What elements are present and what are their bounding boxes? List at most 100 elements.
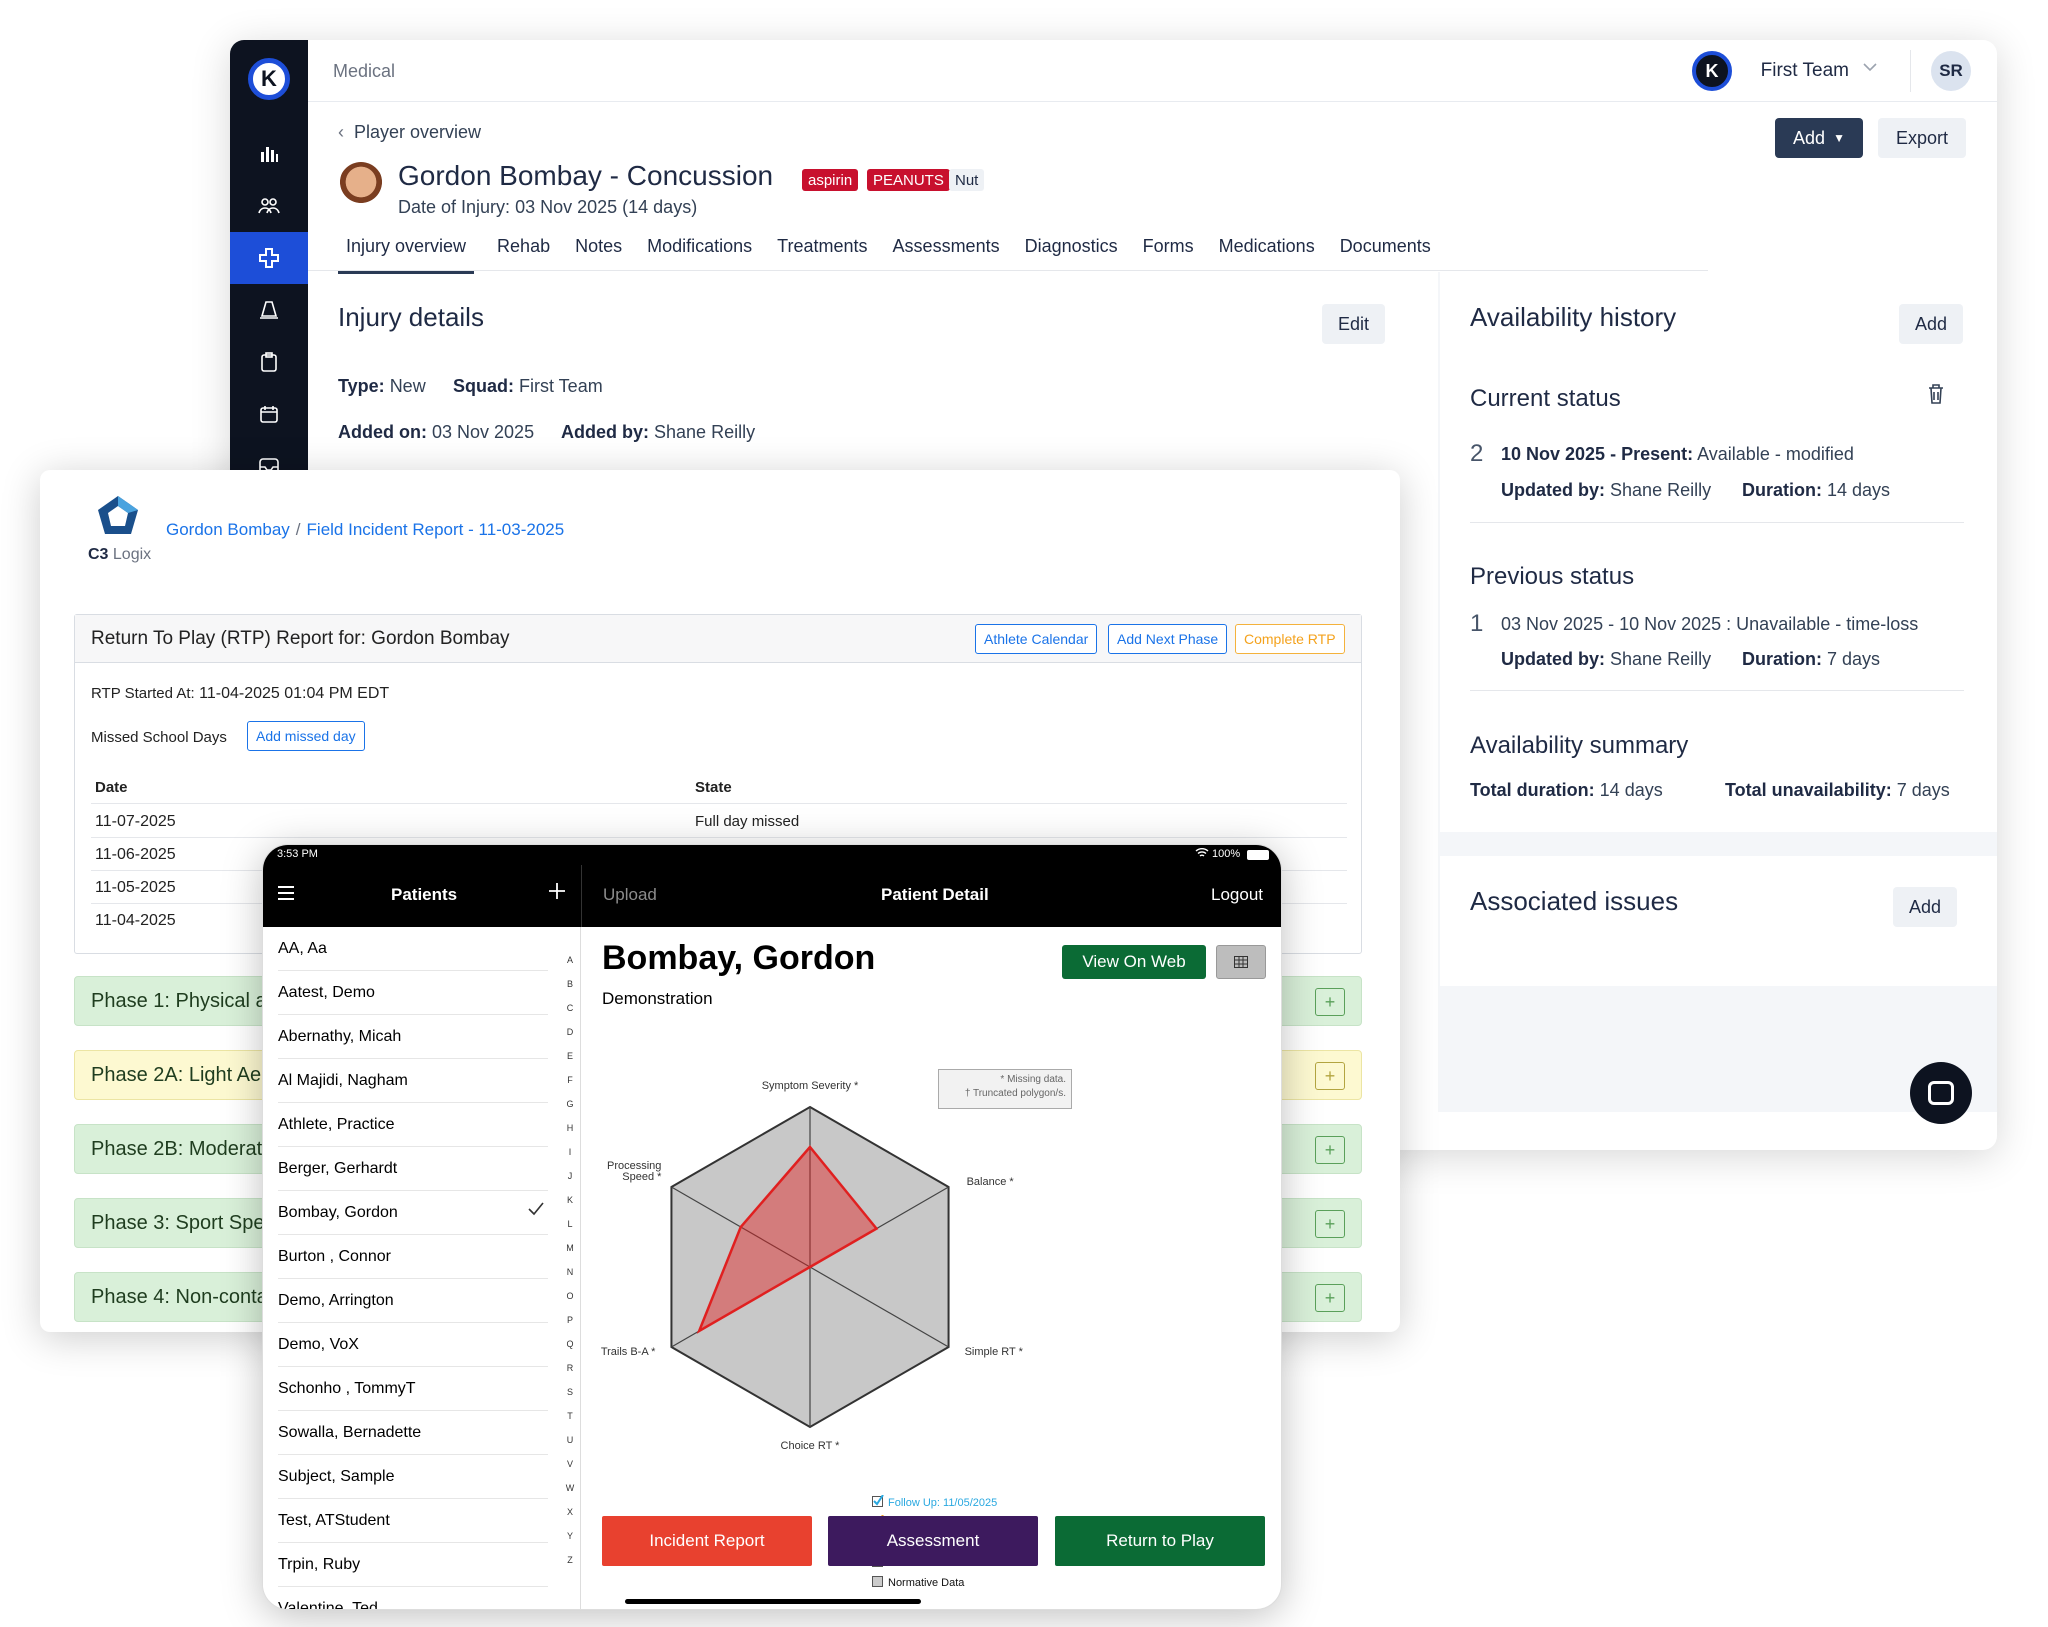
phase-plus-button[interactable]: + <box>1315 1284 1345 1312</box>
complete-rtp-button[interactable]: Complete RTP <box>1235 624 1345 654</box>
index-letter[interactable]: C <box>563 1003 577 1013</box>
patient-list-item[interactable]: Subject, Sample <box>278 1455 548 1499</box>
tab-modifications[interactable]: Modifications <box>645 232 754 274</box>
back-link[interactable]: ‹ Player overview <box>338 122 481 143</box>
upload-button[interactable]: Upload <box>603 885 657 905</box>
view-on-web-button[interactable]: View On Web <box>1062 945 1206 979</box>
chevron-left-icon: ‹ <box>338 122 344 142</box>
patient-list-item-selected[interactable]: Bombay, Gordon <box>278 1191 548 1235</box>
patient-list-item[interactable]: Demo, Arrington <box>278 1279 548 1323</box>
add-button[interactable]: Add ▼ <box>1775 118 1863 158</box>
add-next-phase-button[interactable]: Add Next Phase <box>1108 624 1228 654</box>
chevron-down-icon[interactable] <box>1861 58 1879 81</box>
patient-list-item[interactable]: Sowalla, Bernadette <box>278 1411 548 1455</box>
user-avatar[interactable]: SR <box>1931 51 1971 91</box>
index-letter[interactable]: A <box>563 955 577 965</box>
index-letter[interactable]: Y <box>563 1531 577 1541</box>
tab-treatments[interactable]: Treatments <box>775 232 869 274</box>
hamburger-icon[interactable] <box>277 885 295 906</box>
export-button[interactable]: Export <box>1878 118 1966 158</box>
team-selector[interactable]: First Team <box>1761 60 1849 82</box>
index-letter[interactable]: N <box>563 1267 577 1277</box>
patient-list-item[interactable]: Valentine, Ted <box>278 1587 548 1610</box>
edit-button[interactable]: Edit <box>1322 304 1386 344</box>
patient-list-item[interactable]: Abernathy, Micah <box>278 1015 548 1059</box>
index-letter[interactable]: X <box>563 1507 577 1517</box>
clipboard-icon[interactable] <box>230 336 308 388</box>
breadcrumb-report-link[interactable]: Field Incident Report - 11-03-2025 <box>307 520 565 539</box>
axis-label: Symptom Severity * <box>762 1080 859 1092</box>
index-letter[interactable]: W <box>563 1483 577 1493</box>
add-issue-button[interactable]: Add <box>1893 887 1958 927</box>
index-letter[interactable]: O <box>563 1291 577 1301</box>
add-availability-button[interactable]: Add <box>1899 304 1964 344</box>
analytics-icon[interactable] <box>230 128 308 180</box>
tab-forms[interactable]: Forms <box>1141 232 1196 274</box>
index-letter[interactable]: B <box>563 979 577 989</box>
index-letter[interactable]: J <box>563 1171 577 1181</box>
breadcrumb-player-link[interactable]: Gordon Bombay <box>166 520 290 539</box>
incident-report-button[interactable]: Incident Report <box>602 1516 812 1566</box>
athlete-calendar-button[interactable]: Athlete Calendar <box>975 624 1098 654</box>
patient-list-item[interactable]: Athlete, Practice <box>278 1103 548 1147</box>
tab-rehab[interactable]: Rehab <box>495 232 552 274</box>
assessment-button[interactable]: Assessment <box>828 1516 1038 1566</box>
index-letter[interactable]: V <box>563 1459 577 1469</box>
title-dash: - <box>609 160 619 191</box>
training-cone-icon[interactable] <box>230 284 308 336</box>
phase-plus-button[interactable]: + <box>1315 988 1345 1016</box>
phase-plus-button[interactable]: + <box>1315 1062 1345 1090</box>
squad-icon[interactable] <box>230 180 308 232</box>
patient-list-item[interactable]: Aatest, Demo <box>278 971 548 1015</box>
phase-plus-button[interactable]: + <box>1315 1136 1345 1164</box>
total-unavail-value: 7 days <box>1896 780 1950 800</box>
logout-button[interactable]: Logout <box>1211 885 1263 905</box>
legend-item[interactable]: Follow Up: 11/05/2025 <box>872 1493 997 1513</box>
index-letter[interactable]: G <box>563 1099 577 1109</box>
table-row-date: 11-07-2025 <box>95 813 176 830</box>
index-letter[interactable]: D <box>563 1027 577 1037</box>
index-letter[interactable]: U <box>563 1435 577 1445</box>
calendar-icon[interactable] <box>230 388 308 440</box>
patient-list-item[interactable]: Demo, VoX <box>278 1323 548 1367</box>
tab-medications[interactable]: Medications <box>1217 232 1317 274</box>
index-letter[interactable]: L <box>563 1219 577 1229</box>
patient-list-item[interactable]: Trpin, Ruby <box>278 1543 548 1587</box>
patient-list-item[interactable]: AA, Aa <box>278 927 548 971</box>
index-letter[interactable]: T <box>563 1411 577 1421</box>
checkbox-icon[interactable] <box>872 1576 883 1587</box>
index-letter[interactable]: M <box>563 1243 577 1253</box>
tab-injury-overview[interactable]: Injury overview <box>338 232 475 274</box>
tab-assessments[interactable]: Assessments <box>891 232 1002 274</box>
patient-list-item[interactable]: Al Majidi, Nagham <box>278 1059 548 1103</box>
column-header-state: State <box>695 779 732 796</box>
app-logo-icon[interactable]: K <box>248 58 290 100</box>
index-letter[interactable]: R <box>563 1363 577 1373</box>
tab-diagnostics[interactable]: Diagnostics <box>1023 232 1120 274</box>
index-letter[interactable]: S <box>563 1387 577 1397</box>
tab-documents[interactable]: Documents <box>1338 232 1433 274</box>
index-letter[interactable]: P <box>563 1315 577 1325</box>
index-letter[interactable]: I <box>563 1147 577 1157</box>
grid-view-icon[interactable] <box>1216 945 1266 979</box>
index-letter[interactable]: E <box>563 1051 577 1061</box>
checkbox-icon[interactable] <box>872 1495 884 1507</box>
index-letter[interactable]: F <box>563 1075 577 1085</box>
chat-launcher-icon[interactable] <box>1910 1062 1972 1124</box>
phase-plus-button[interactable]: + <box>1315 1210 1345 1238</box>
trash-icon[interactable] <box>1927 383 1945 411</box>
patient-list-item[interactable]: Berger, Gerhardt <box>278 1147 548 1191</box>
patient-list-item[interactable]: Schonho , TommyT <box>278 1367 548 1411</box>
tab-notes[interactable]: Notes <box>573 232 624 274</box>
add-missed-day-button[interactable]: Add missed day <box>247 721 365 751</box>
patient-list-item[interactable]: Test, ATStudent <box>278 1499 548 1543</box>
index-letter[interactable]: K <box>563 1195 577 1205</box>
index-letter[interactable]: Q <box>563 1339 577 1349</box>
patient-list-item[interactable]: Burton , Connor <box>278 1235 548 1279</box>
legend-item[interactable]: Normative Data <box>872 1573 997 1593</box>
index-letter[interactable]: H <box>563 1123 577 1133</box>
add-patient-icon[interactable] <box>547 881 567 906</box>
return-to-play-button[interactable]: Return to Play <box>1055 1516 1265 1566</box>
index-letter[interactable]: Z <box>563 1555 577 1565</box>
medical-cross-icon[interactable] <box>230 232 308 284</box>
